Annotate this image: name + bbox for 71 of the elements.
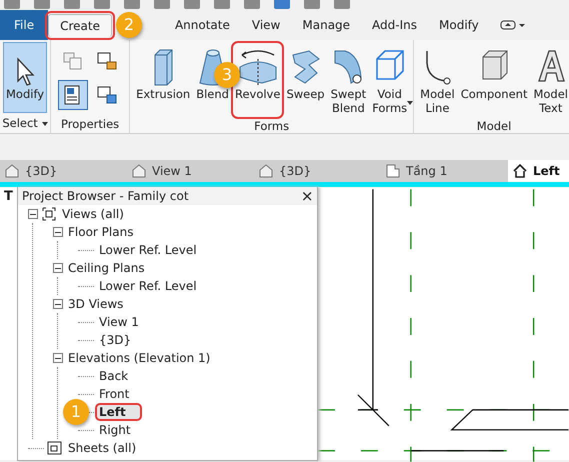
ribbon-tool-button[interactable]: Model Line — [417, 42, 458, 118]
collapse-toggle-icon[interactable] — [53, 299, 63, 309]
toolbar-icon[interactable] — [304, 0, 320, 9]
toolbar-icon[interactable] — [334, 0, 350, 9]
tree-item[interactable]: Floor Plans — [66, 225, 136, 239]
tree-item[interactable]: Lower Ref. Level — [97, 279, 199, 293]
toolbar-icon[interactable] — [154, 0, 170, 9]
document-tab[interactable]: {3D} — [25, 164, 58, 178]
ribbon-tool-button[interactable]: Sweep — [283, 42, 328, 118]
tree-item[interactable]: Sheets (all) — [66, 441, 138, 455]
panel-icon — [96, 51, 118, 71]
toolbar-icon[interactable] — [124, 0, 140, 9]
sheets-icon — [47, 440, 63, 456]
house-icon — [5, 164, 19, 178]
views-icon — [41, 206, 57, 222]
toolbar-icon[interactable] — [64, 0, 80, 9]
panel-icon — [96, 85, 118, 105]
panel-icon — [62, 51, 84, 71]
tree-item[interactable]: {3D} — [97, 333, 134, 347]
panel-label: Model — [476, 118, 512, 132]
tree-item[interactable]: Back — [97, 369, 130, 383]
document-tab[interactable]: View 1 — [152, 164, 192, 178]
toolbar-icon[interactable] — [184, 0, 200, 9]
ribbon-tab[interactable]: Annotate — [164, 14, 241, 36]
ribbon-tab[interactable]: File — [0, 10, 48, 40]
house-icon — [259, 164, 273, 178]
ribbon-tool-button[interactable]: Modify — [3, 42, 48, 113]
panel-label: Properties — [61, 116, 120, 130]
panel-toggle-icon[interactable] — [500, 20, 526, 30]
tree-item[interactable]: Elevations (Elevation 1) — [66, 351, 212, 365]
ribbon-tab[interactable]: Add-Ins — [361, 14, 428, 36]
collapse-toggle-icon[interactable] — [53, 227, 63, 237]
tree-item[interactable]: Left — [97, 405, 140, 419]
tree-item[interactable]: Ceiling Plans — [66, 261, 147, 275]
ribbon-tool-button[interactable]: Component — [458, 42, 530, 118]
toolbar-icon[interactable] — [34, 0, 50, 9]
ribbon-tab[interactable]: Modify — [428, 14, 490, 36]
close-button[interactable]: × — [300, 187, 314, 205]
ribbon-tab[interactable]: View — [240, 14, 292, 36]
toolbar-icon[interactable] — [244, 0, 260, 9]
tree-item[interactable]: Right — [97, 423, 133, 437]
toolbar-icon[interactable] — [4, 0, 20, 9]
properties-tool-button[interactable] — [58, 80, 88, 110]
toolbar-icon[interactable] — [274, 0, 290, 9]
tree-item[interactable]: 3D Views — [66, 297, 126, 311]
ribbon-tool-button[interactable]: Extrusion — [133, 42, 194, 118]
document-tab[interactable]: {3D} — [279, 164, 312, 178]
collapse-toggle-icon[interactable] — [53, 263, 63, 273]
ribbon-tool-button[interactable]: Void Forms — [369, 42, 410, 118]
ribbon-tab[interactable]: Manage — [291, 14, 362, 36]
ribbon-tool-button[interactable]: Swept Blend — [328, 42, 370, 118]
house-icon — [132, 164, 146, 178]
panel-title: Project Browser - Family cot — [22, 189, 189, 203]
step-number-callout: 1 — [63, 399, 89, 425]
toolbar-icon[interactable] — [214, 0, 230, 9]
ribbon-tool-button[interactable]: Model Text — [530, 42, 569, 118]
toolbar-icon[interactable] — [94, 0, 110, 9]
collapse-toggle-icon[interactable] — [28, 209, 38, 219]
house-icon — [513, 164, 527, 178]
collapse-toggle-icon[interactable] — [53, 353, 63, 363]
panel-label[interactable]: Select — [2, 116, 38, 130]
document-tab[interactable]: Tầng 1 — [406, 164, 448, 178]
step-number-callout: 3 — [214, 62, 240, 88]
view-title-text: T — [4, 189, 13, 204]
tree-item[interactable]: View 1 — [97, 315, 141, 329]
step-number-callout: 2 — [116, 12, 142, 38]
tree-item[interactable]: Views (all) — [60, 207, 126, 221]
panel-label: Forms — [254, 118, 290, 132]
tree-item[interactable]: Front — [97, 387, 132, 401]
tree-item[interactable]: Lower Ref. Level — [97, 243, 199, 257]
floor-plan-icon — [386, 164, 400, 178]
